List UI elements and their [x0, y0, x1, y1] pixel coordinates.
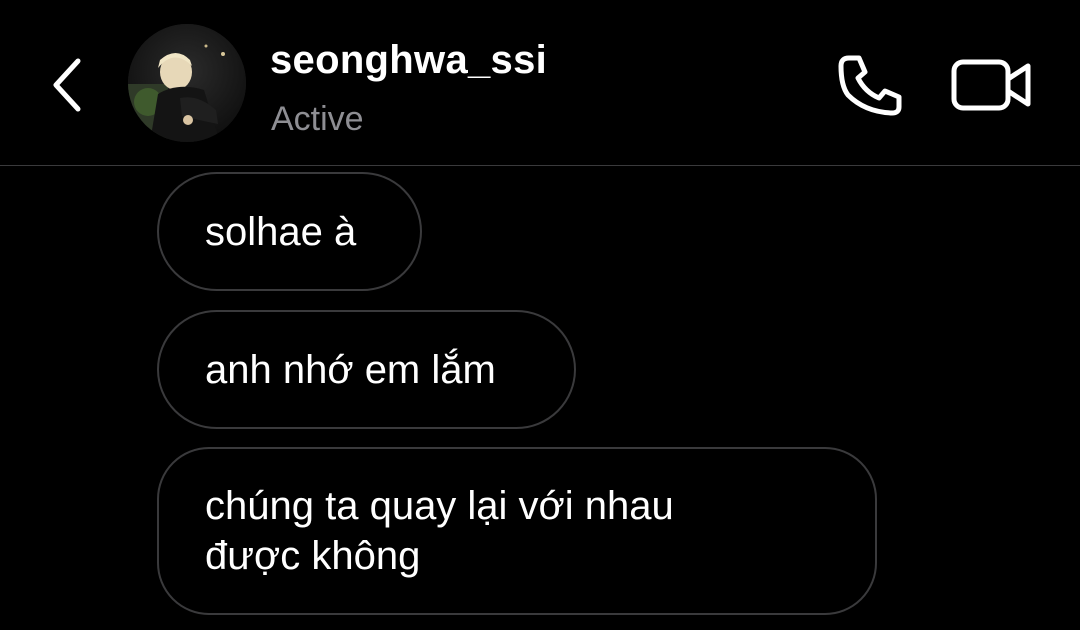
message-bubble[interactable]: solhae à: [157, 172, 422, 291]
message-text: chúng ta quay lại với nhau được không: [205, 484, 674, 578]
chat-header: seonghwa_ssi Active: [0, 0, 1080, 166]
back-button[interactable]: [36, 50, 96, 120]
phone-icon: [838, 55, 902, 116]
avatar[interactable]: [128, 24, 246, 142]
chevron-left-icon: [53, 58, 81, 112]
chat-screen: seonghwa_ssi Active solhae à anh nhớ em …: [0, 0, 1080, 630]
video-camera-icon: [951, 59, 1031, 111]
chat-username[interactable]: seonghwa_ssi: [270, 38, 547, 83]
video-call-button[interactable]: [948, 50, 1036, 120]
message-text: solhae à: [205, 209, 357, 254]
message-bubble[interactable]: anh nhớ em lắm: [157, 310, 576, 429]
message-bubble[interactable]: chúng ta quay lại với nhau được không: [157, 447, 877, 615]
voice-call-button[interactable]: [832, 50, 908, 120]
avatar-photo: [128, 24, 246, 142]
message-text: anh nhớ em lắm: [205, 347, 496, 392]
active-status: Active: [271, 100, 364, 138]
